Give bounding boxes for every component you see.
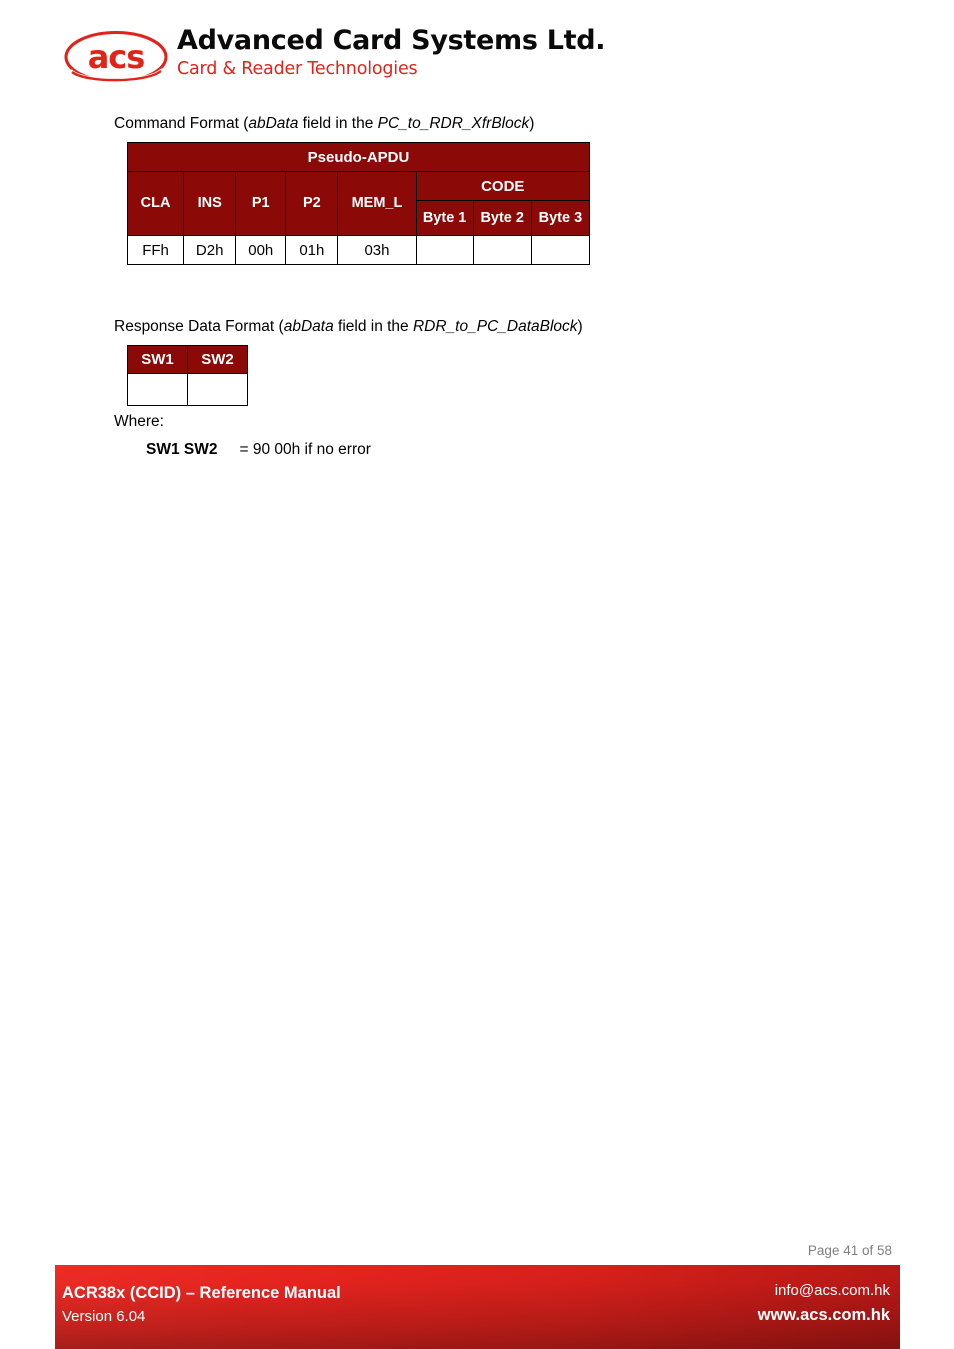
command-caption-part3: )	[529, 115, 535, 132]
header-cla: CLA	[126, 171, 185, 236]
command-caption-em1: abData	[248, 115, 299, 132]
where-label: Where:	[114, 413, 164, 430]
sw-definition-line: SW1 SW2 = 90 00h if no error	[146, 440, 371, 460]
response-format-caption: Response Data Format (abData field in th…	[114, 317, 583, 337]
response-caption-em2: RDR_to_PC_DataBlock	[412, 318, 578, 335]
header-p1: P1	[235, 171, 287, 236]
contact-website[interactable]: www.acs.com.hk	[758, 1303, 890, 1327]
table-row-title: Pseudo-APDU	[127, 142, 590, 172]
pseudo-apdu-title: Pseudo-APDU	[127, 142, 590, 172]
header-sw2: SW2	[187, 345, 248, 374]
acs-oval-logo-icon: acs	[62, 28, 170, 86]
value-sw1	[127, 373, 188, 406]
value-sw2	[187, 373, 248, 406]
command-caption-em2: PC_to_RDR_XfrBlock	[377, 115, 530, 132]
value-cla: FFh	[126, 235, 185, 265]
value-p1: 00h	[235, 235, 287, 265]
header-code-group: CODE	[415, 171, 591, 201]
brand-title: Advanced Card Systems Ltd.	[177, 25, 606, 56]
command-format-table: Pseudo-APDU CLA INS P1 P2 MEM_L CODE Byt…	[126, 142, 591, 265]
manual-title: ACR38x (CCID) – Reference Manual	[62, 1284, 341, 1302]
svg-text:acs: acs	[88, 38, 145, 76]
brand-wordmark: Advanced Card Systems Ltd. Card & Reader…	[177, 24, 606, 80]
page-number: Page 41 of 58	[807, 1243, 892, 1258]
company-logo-header: acs Advanced Card Systems Ltd. Card & Re…	[62, 24, 606, 90]
footer-left-block: ACR38x (CCID) – Reference Manual Version…	[62, 1281, 341, 1329]
response-caption-em1: abData	[283, 318, 334, 335]
brand-subtitle: Card & Reader Technologies	[177, 59, 418, 79]
footer-band: ACR38x (CCID) – Reference Manual Version…	[55, 1265, 900, 1349]
sw-definition: = 90 00h if no error	[239, 441, 371, 458]
sw-term: SW1 SW2	[146, 441, 218, 458]
table-row-values: FFh D2h 00h 01h 03h	[126, 235, 591, 265]
header-ins: INS	[183, 171, 237, 236]
value-mem-l: 03h	[337, 235, 417, 265]
value-ins: D2h	[183, 235, 237, 265]
table-row-values	[127, 373, 248, 406]
table-row-group: CLA INS P1 P2 MEM_L CODE	[126, 171, 591, 236]
header-byte-2: Byte 2	[472, 200, 532, 236]
header-p2: P2	[285, 171, 339, 236]
value-byte-1	[415, 235, 474, 265]
value-byte-2	[472, 235, 532, 265]
command-caption-part2: field in the	[298, 115, 378, 132]
response-caption-part3: )	[577, 318, 583, 335]
contact-email[interactable]: info@acs.com.hk	[758, 1279, 890, 1303]
value-p2: 01h	[285, 235, 339, 265]
header-byte-1: Byte 1	[415, 200, 474, 236]
table-row-header: SW1 SW2	[127, 345, 248, 374]
response-caption-part1: Response Data Format (	[114, 318, 284, 335]
footer-right-block: info@acs.com.hk www.acs.com.hk	[758, 1279, 890, 1327]
header-sw1: SW1	[127, 345, 188, 374]
response-caption-part2: field in the	[333, 318, 413, 335]
command-caption-part1: Command Format (	[114, 115, 249, 132]
command-format-caption: Command Format (abData field in the PC_t…	[114, 114, 534, 134]
manual-version: Version 6.04	[62, 1308, 146, 1325]
response-data-table: SW1 SW2	[127, 345, 248, 406]
header-byte-3: Byte 3	[530, 200, 591, 236]
header-mem-l: MEM_L	[337, 171, 417, 236]
value-byte-3	[530, 235, 591, 265]
